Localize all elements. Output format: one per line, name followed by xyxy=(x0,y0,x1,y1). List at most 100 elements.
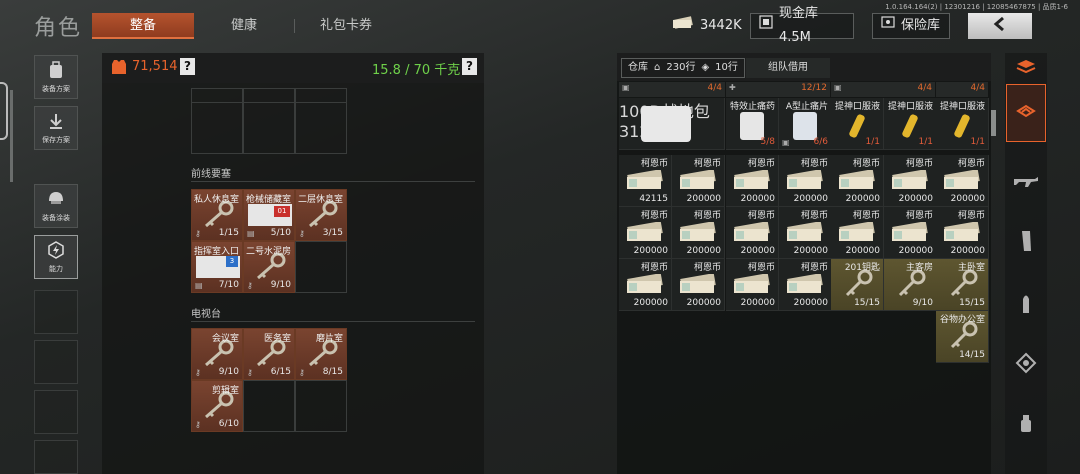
injector-item[interactable]: 提神口服液 1/1 xyxy=(936,98,989,150)
item-count: 200000 xyxy=(793,246,828,256)
key-image xyxy=(898,269,926,297)
painkiller-item[interactable]: A型止痛片 ▣ 6/6 xyxy=(779,98,832,150)
item-name: 柯恩币 xyxy=(852,159,880,169)
equipment-skin-label: 装备涂装 xyxy=(42,214,70,222)
injector-item[interactable]: 提神口服液 1/1 xyxy=(831,98,884,150)
category-rifle-button[interactable] xyxy=(1006,158,1046,208)
currency-item[interactable]: 柯恩币 200000 xyxy=(779,207,832,259)
medkit-item[interactable]: 100D战地包 312/400 xyxy=(619,98,725,150)
category-magazine-button[interactable] xyxy=(1006,218,1046,268)
item-count: 200000 xyxy=(686,298,721,308)
equipment-icon xyxy=(1015,100,1037,126)
grid-slot[interactable] xyxy=(295,102,347,154)
currency-item[interactable]: 柯恩币 200000 xyxy=(936,155,989,207)
key-type-icon: ⚷ xyxy=(299,368,305,377)
key-item[interactable]: 二号水泥房 ⚷ 9/10 xyxy=(243,241,295,293)
category-attachment-button[interactable] xyxy=(1006,340,1046,390)
medkit-image xyxy=(641,106,691,142)
currency-item[interactable]: 柯恩币 42115 xyxy=(619,155,672,207)
ability-button[interactable]: 能力 xyxy=(34,235,78,279)
item-durability: 1/1 xyxy=(918,137,933,147)
card-type-icon: ▤ xyxy=(195,281,203,290)
key-item[interactable]: 私人休息室 ⚷ 1/15 xyxy=(191,189,243,241)
key-item[interactable]: 磨片室 ⚷ 8/15 xyxy=(295,328,347,380)
side-scrollbar[interactable] xyxy=(10,90,13,182)
cash-vault-button[interactable]: 现金库 4.5M xyxy=(750,6,854,45)
tab-gift-cards[interactable]: 礼包卡券 xyxy=(300,13,392,39)
capacity-value: 12/12 xyxy=(801,83,827,93)
key-item[interactable]: 201钥匙 15/15 xyxy=(831,259,884,311)
safe-vault-button[interactable]: 保险库 xyxy=(872,13,950,39)
key-item[interactable]: 二层休息室 ⚷ 3/15 xyxy=(295,189,347,241)
category-grenade-button[interactable] xyxy=(1006,400,1046,450)
currency-item[interactable]: 柯恩币 200000 xyxy=(779,155,832,207)
currency-item[interactable]: 柯恩币 200000 xyxy=(936,207,989,259)
grid-slot[interactable] xyxy=(243,102,295,154)
item-name: 提神口服液 xyxy=(834,102,880,112)
painkiller-item[interactable]: 特效止痛药 5/8 xyxy=(726,98,779,150)
item-name: 柯恩币 xyxy=(957,211,985,221)
tab-equip[interactable]: 整备 xyxy=(92,13,194,39)
currency-item[interactable]: 柯恩币 200000 xyxy=(619,207,672,259)
item-name: 主卧室 xyxy=(957,263,985,273)
currency-item[interactable]: 柯恩币 200000 xyxy=(831,207,884,259)
grid-slot[interactable] xyxy=(295,88,347,102)
category-ammo-button[interactable] xyxy=(1006,280,1046,330)
equipment-skin-button[interactable]: 装备涂装 xyxy=(34,184,78,228)
key-image xyxy=(845,269,873,297)
grid-slot[interactable] xyxy=(191,88,243,102)
tab-health[interactable]: 健康 xyxy=(200,13,288,39)
currency-item[interactable]: 柯恩币 200000 xyxy=(726,259,779,311)
currency-item[interactable]: 柯恩币 200000 xyxy=(884,155,937,207)
save-plan-button[interactable]: 保存方案 xyxy=(34,106,78,150)
keycard-item[interactable]: 3 指挥室入口 ▤ 7/10 xyxy=(191,241,243,293)
keycard-item[interactable]: 01 枪械储藏室 ▤ 5/10 xyxy=(243,189,295,241)
injector-icon: ▣ xyxy=(834,83,842,92)
grid-slot[interactable] xyxy=(295,380,347,432)
grid-slot[interactable] xyxy=(295,241,347,293)
team-borrow-tab[interactable]: 组队借用 xyxy=(746,58,830,78)
injector-item[interactable]: 提神口服液 1/1 xyxy=(884,98,937,150)
item-name: 特效止痛药 xyxy=(729,102,775,112)
item-count: 200000 xyxy=(845,194,880,204)
category-all-button[interactable] xyxy=(1006,56,1046,82)
grid-slot[interactable] xyxy=(243,88,295,102)
item-name: 枪械储藏室 xyxy=(245,195,291,205)
storage-tab[interactable]: 仓库 ⌂ 230行 ◈ 10行 xyxy=(621,58,745,78)
currency-item[interactable]: 柯恩币 200000 xyxy=(672,207,725,259)
banknote-stack-icon xyxy=(892,170,928,189)
currency-item[interactable]: 柯恩币 200000 xyxy=(779,259,832,311)
item-name: 柯恩币 xyxy=(800,211,828,221)
bag-icon: ▣ xyxy=(782,138,790,147)
key-item[interactable]: 主卧室 15/15 xyxy=(936,259,989,311)
weight-help-button[interactable]: ? xyxy=(462,58,477,75)
key-item[interactable]: 会议室 ⚷ 9/10 xyxy=(191,328,243,380)
side-handle[interactable] xyxy=(0,82,8,140)
banknote-stack-icon xyxy=(734,222,770,241)
page-title: 角色 xyxy=(34,16,83,41)
currency-item[interactable]: 柯恩币 200000 xyxy=(672,155,725,207)
category-equipment-button[interactable] xyxy=(1006,84,1046,142)
item-name: 二号水泥房 xyxy=(245,247,291,257)
currency-item[interactable]: 柯恩币 200000 xyxy=(884,207,937,259)
back-button[interactable] xyxy=(968,13,1032,39)
storage-scrollbar[interactable] xyxy=(991,110,996,136)
currency-item[interactable]: 柯恩币 200000 xyxy=(726,155,779,207)
item-durability: 14/15 xyxy=(959,350,985,360)
currency-item[interactable]: 柯恩币 200000 xyxy=(672,259,725,311)
key-item[interactable]: 谷物办公室 14/15 xyxy=(936,311,989,363)
key-item[interactable]: 主客房 9/10 xyxy=(884,259,937,311)
currency-item[interactable]: 柯恩币 200000 xyxy=(726,207,779,259)
grid-slot[interactable] xyxy=(243,380,295,432)
currency-item[interactable]: 柯恩币 200000 xyxy=(831,155,884,207)
currency-item[interactable]: 柯恩币 200000 xyxy=(619,259,672,311)
loadout-plan-button[interactable]: 装备方案 xyxy=(34,55,78,99)
key-type-icon: ⚷ xyxy=(247,281,253,290)
banknote-stack-icon xyxy=(734,170,770,189)
key-item[interactable]: 剪辑室 ⚷ 6/10 xyxy=(191,380,243,432)
key-item[interactable]: 医务室 ⚷ 6/15 xyxy=(243,328,295,380)
value-help-button[interactable]: ? xyxy=(180,58,195,75)
grid-slot[interactable] xyxy=(191,102,243,154)
storage-rows: 230行 xyxy=(666,62,696,73)
item-name: 柯恩币 xyxy=(852,211,880,221)
